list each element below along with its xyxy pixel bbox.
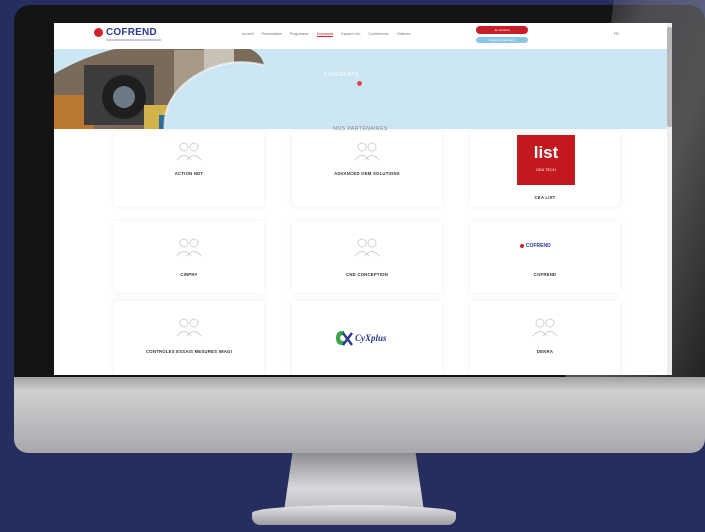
people-icon: [176, 318, 202, 337]
partner-name: CND CONCEPTION: [346, 272, 388, 277]
language-selector[interactable]: FR: [614, 32, 619, 36]
people-icon: [354, 238, 380, 257]
logo-mark-icon: [94, 28, 103, 37]
cyxplus-logo: CyXplus: [334, 329, 387, 347]
partner-name: CINPHY: [180, 272, 198, 277]
hero-banner: EXPOSANTS: [54, 49, 667, 129]
nav-item-accueil[interactable]: Accueil: [242, 32, 254, 37]
list-logo-subtext: CEA TECH: [536, 167, 556, 172]
scrollbar[interactable]: [667, 23, 672, 375]
people-icon: [354, 142, 380, 161]
people-icon: [176, 238, 202, 257]
partner-name: DEKRA: [536, 349, 554, 354]
scrollbar-thumb[interactable]: [667, 27, 672, 127]
main-nav: Accueil Présentation Programme Exposants…: [242, 32, 410, 37]
cofrend-mark-icon: [520, 244, 524, 248]
logo-text: COFREND: [106, 27, 157, 38]
nav-item-espace-info[interactable]: Espace Info: [341, 32, 360, 37]
logo-tagline: [106, 39, 161, 41]
partner-name: ACTION NDT: [174, 171, 204, 176]
book-stand-button[interactable]: Réserver mon stand: [476, 37, 528, 43]
partner-card[interactable]: DEKRA: [470, 301, 620, 375]
people-icon: [532, 318, 558, 337]
nav-item-conferences[interactable]: Conférences: [368, 32, 388, 37]
carousel-dot[interactable]: [357, 81, 362, 86]
list-logo: list CEA TECH: [517, 135, 575, 185]
partner-card[interactable]: ADVANCED OEM SOLUTIONS: [292, 131, 442, 206]
people-icon: [176, 142, 202, 161]
partner-name: ADVANCED OEM SOLUTIONS: [334, 171, 400, 176]
partner-card[interactable]: ACTION NDT: [114, 131, 264, 206]
nav-item-presentation[interactable]: Présentation: [262, 32, 282, 37]
partner-name: CONTROLES ESSAIS MESURES IMAGI: [146, 349, 232, 354]
cofrend-logo[interactable]: COFREND: [94, 27, 157, 38]
partner-card[interactable]: CND CONCEPTION: [292, 221, 442, 293]
cyxplus-mark-icon: [336, 330, 353, 346]
partner-name: CEA LIST: [534, 195, 556, 200]
cyxplus-logo-text: CyXplus: [355, 333, 387, 343]
partner-card[interactable]: CyXplus: [292, 301, 442, 375]
cofrend-logo-text: COFREND: [526, 243, 551, 249]
nav-item-visiteurs[interactable]: Visiteurs: [397, 32, 411, 37]
partner-name: COFREND: [533, 272, 557, 277]
partner-card[interactable]: CINPHY: [114, 221, 264, 293]
monitor-chin-shadow: [14, 377, 705, 391]
monitor-stand: [284, 453, 424, 511]
hero-image: [54, 49, 264, 129]
list-logo-text: list: [533, 143, 559, 162]
partner-card[interactable]: list CEA TECH CEA LIST: [470, 131, 620, 206]
cofrend-partner-logo: COFREND: [520, 243, 551, 249]
partner-card[interactable]: CONTROLES ESSAIS MESURES IMAGI: [114, 301, 264, 375]
site-header: COFREND Accueil Présentation Programme E…: [54, 23, 667, 49]
partner-card[interactable]: COFREND COFREND: [470, 221, 620, 293]
browser-screen: COFREND Accueil Présentation Programme E…: [54, 23, 672, 375]
hero-title: EXPOSANTS: [324, 72, 360, 78]
nav-item-exposants[interactable]: Exposants: [316, 32, 334, 37]
monitor-stand-base: [252, 505, 456, 525]
register-button[interactable]: Je m'inscris: [476, 26, 528, 34]
nav-item-programme[interactable]: Programme: [290, 32, 309, 37]
